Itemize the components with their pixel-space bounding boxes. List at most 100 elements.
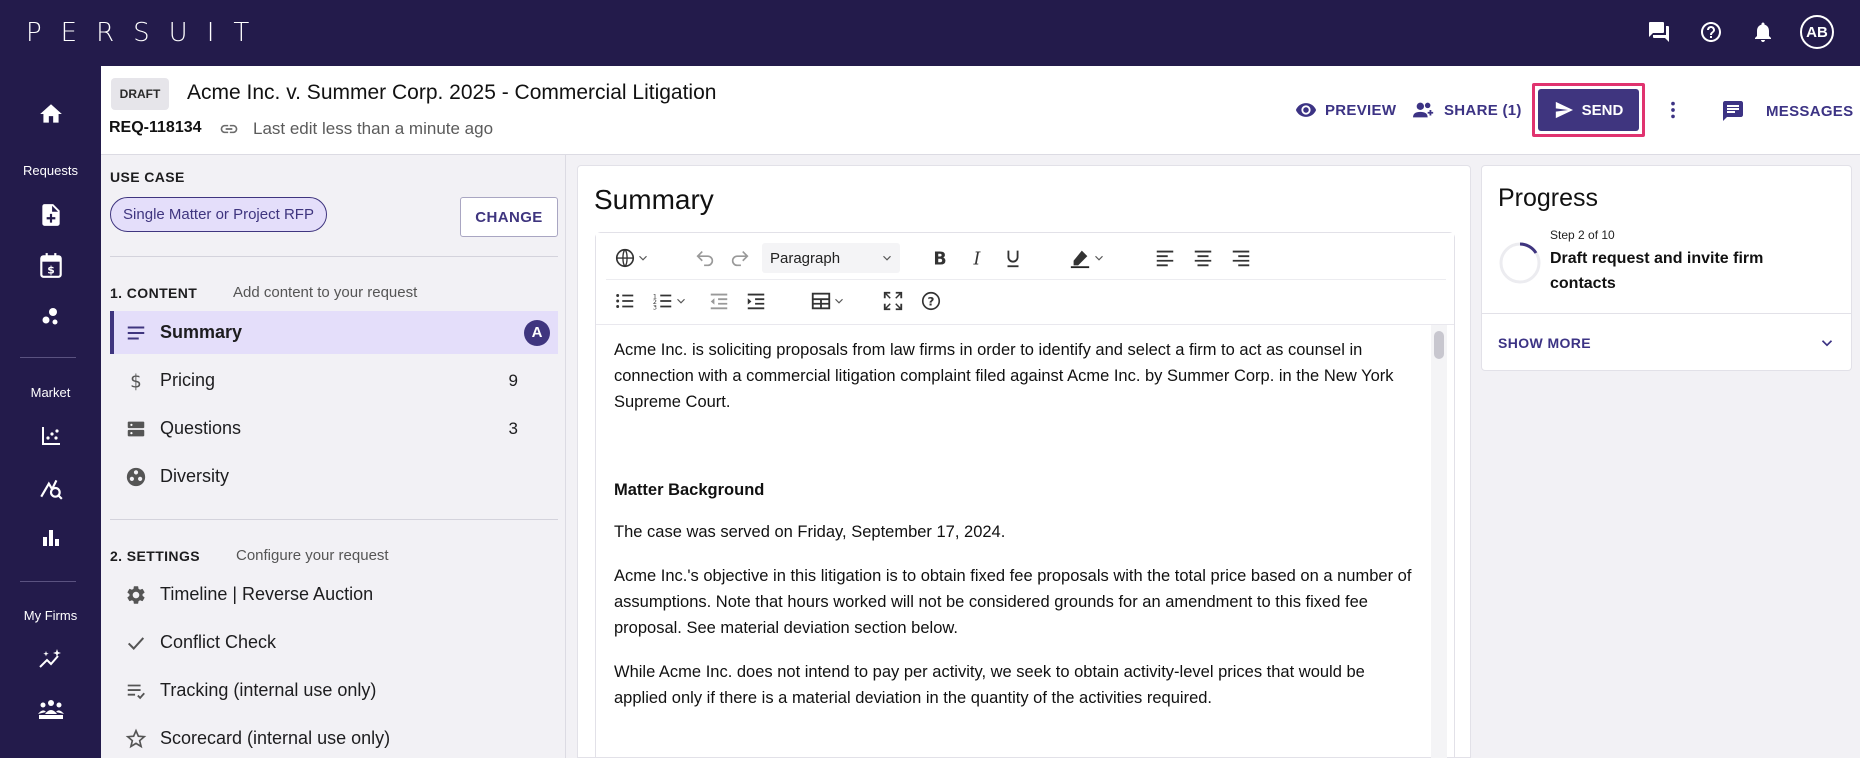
svg-text:B: B: [933, 249, 946, 269]
chevron-down-icon: [1095, 255, 1103, 261]
rail-label-my-firms: My Firms: [23, 608, 78, 623]
change-use-case-button[interactable]: CHANGE: [460, 197, 558, 237]
nav-label: Diversity: [160, 466, 230, 486]
outdent-icon[interactable]: [708, 290, 730, 312]
request-sections-panel: USE CASE Single Matter or Project RFP CH…: [101, 155, 566, 758]
content-subheading: Add content to your request: [233, 284, 418, 301]
share-button[interactable]: SHARE (1): [1412, 99, 1522, 121]
numbered-list-dropdown[interactable]: 123: [652, 290, 688, 312]
summary-paragraph: Acme Inc. is soliciting proposals from l…: [614, 341, 1394, 411]
section-divider: [110, 519, 558, 520]
align-center-icon[interactable]: [1192, 247, 1214, 269]
nav-item-pricing[interactable]: $ Pricing 9: [110, 359, 558, 402]
bubbles-icon[interactable]: [0, 305, 101, 329]
undo-icon[interactable]: [694, 247, 716, 269]
nav-item-diversity[interactable]: Diversity: [110, 455, 558, 498]
sparkle-chart-icon[interactable]: [0, 647, 101, 671]
help-icon[interactable]: [1696, 17, 1726, 47]
align-right-icon[interactable]: [1230, 247, 1252, 269]
messages-icon[interactable]: [1644, 17, 1674, 47]
align-left-icon[interactable]: [1154, 247, 1176, 269]
last-edit-status: Last edit less than a minute ago: [253, 119, 494, 138]
svg-text:$: $: [47, 264, 54, 277]
share-label: SHARE (1): [1444, 101, 1522, 119]
nav-label: Pricing: [160, 370, 216, 390]
redo-icon[interactable]: [729, 247, 751, 269]
editor-title: Summary: [594, 184, 714, 215]
eye-icon: [1295, 103, 1317, 117]
diversity-icon: [116, 466, 156, 488]
messages-icon: [1723, 101, 1743, 121]
fullscreen-icon[interactable]: [882, 290, 904, 312]
editor-toolbar: Paragraph B I 1 2 3 ?: [596, 233, 1454, 325]
scrollbar-thumb[interactable]: [1434, 331, 1444, 359]
market-search-icon[interactable]: [0, 475, 101, 501]
persuit-logo[interactable]: PERSUIT: [26, 18, 268, 48]
send-button[interactable]: SEND: [1538, 89, 1639, 131]
nav-item-scorecard[interactable]: Scorecard (internal use only): [110, 717, 558, 758]
team-icon[interactable]: [0, 697, 101, 721]
chevron-down-icon[interactable]: [1818, 334, 1836, 357]
star-icon: [116, 728, 156, 750]
nav-item-summary[interactable]: Summary A: [110, 311, 558, 354]
nav-item-conflict-check[interactable]: Conflict Check: [110, 621, 558, 664]
bar-chart-icon[interactable]: [0, 526, 101, 550]
summary-paragraph: While Acme Inc. does not intend to pay p…: [614, 663, 1365, 707]
svg-text:3: 3: [653, 303, 657, 311]
add-person-icon: [1413, 102, 1434, 118]
link-icon[interactable]: [219, 119, 239, 144]
svg-text:$: $: [130, 371, 142, 392]
progress-card: Progress Step 2 of 10 Draft request and …: [1481, 165, 1852, 371]
new-request-icon[interactable]: [0, 202, 101, 228]
editor-content[interactable]: Acme Inc. is soliciting proposals from l…: [614, 337, 1422, 729]
italic-icon[interactable]: I: [966, 247, 988, 269]
send-icon: [1555, 101, 1573, 119]
request-id: REQ-118134: [109, 119, 202, 136]
preview-button[interactable]: PREVIEW: [1295, 99, 1396, 121]
tracking-icon: [116, 680, 156, 702]
bold-icon[interactable]: B: [929, 247, 951, 269]
nav-item-questions[interactable]: Questions 3: [110, 407, 558, 450]
editor-scrollbar[interactable]: [1431, 325, 1447, 758]
paragraph-style-select[interactable]: Paragraph: [762, 243, 900, 273]
progress-title: Progress: [1498, 184, 1599, 212]
messages-button[interactable]: MESSAGES: [1720, 99, 1853, 123]
more-options-icon[interactable]: [1662, 99, 1684, 126]
svg-text:?: ?: [928, 295, 935, 309]
home-icon[interactable]: [0, 101, 101, 127]
progress-ring-icon: [1498, 241, 1542, 290]
chevron-down-icon: [677, 298, 685, 304]
language-dropdown[interactable]: [614, 247, 650, 269]
rich-text-editor: Paragraph B I 1 2 3 ? Acme Inc. is solic…: [595, 232, 1455, 758]
user-avatar[interactable]: AB: [1800, 15, 1834, 49]
dollar-icon: $: [116, 370, 156, 392]
current-step: Draft request and invite firm contacts: [1550, 250, 1764, 292]
notifications-icon[interactable]: [1748, 17, 1778, 47]
summary-paragraph: Acme Inc.'s objective in this litigation…: [614, 567, 1412, 637]
check-icon: [116, 632, 156, 654]
summary-paragraph: The case was served on Friday, September…: [614, 523, 1006, 541]
toolbar-divider: [606, 279, 1446, 280]
show-more-button[interactable]: SHOW MORE: [1498, 335, 1591, 351]
nav-label: Scorecard (internal use only): [160, 728, 391, 748]
rail-label-market: Market: [30, 385, 71, 400]
page-title: Acme Inc. v. Summer Corp. 2025 - Commerc…: [187, 81, 717, 104]
nav-label: Summary: [160, 322, 243, 342]
nav-count: 9: [508, 370, 518, 390]
help-icon[interactable]: ?: [920, 290, 942, 312]
scatter-chart-icon[interactable]: [0, 424, 101, 448]
settings-heading: 2. SETTINGS: [110, 548, 200, 564]
progress-divider: [1482, 313, 1851, 314]
highlighter-icon: [1070, 250, 1090, 269]
nav-item-tracking[interactable]: Tracking (internal use only): [110, 669, 558, 712]
calendar-dollar-icon[interactable]: $: [0, 252, 101, 280]
bullet-list-icon[interactable]: [614, 290, 636, 312]
table-icon: [811, 292, 831, 310]
highlight-color-dropdown[interactable]: [1068, 247, 1106, 269]
nav-item-timeline[interactable]: Timeline | Reverse Auction: [110, 573, 558, 616]
indent-icon[interactable]: [745, 290, 767, 312]
underline-icon[interactable]: [1002, 247, 1024, 269]
table-dropdown[interactable]: [810, 290, 846, 312]
rail-divider: [20, 581, 76, 582]
section-divider: [110, 256, 558, 257]
